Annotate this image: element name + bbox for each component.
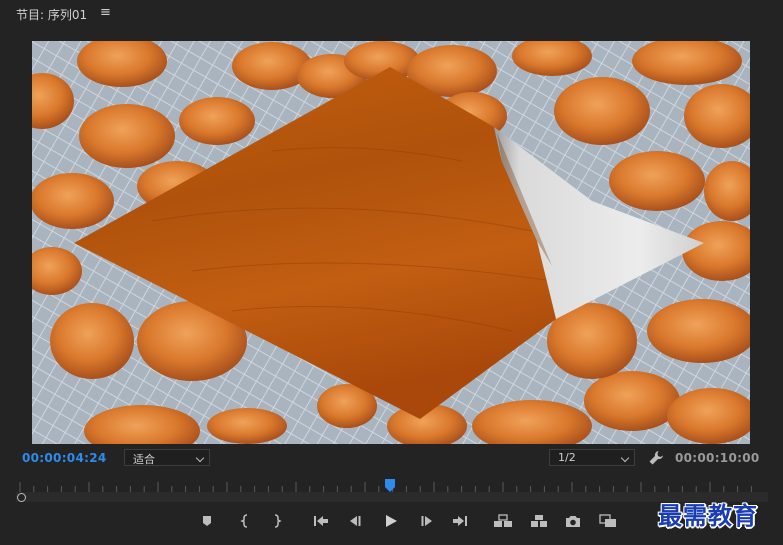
step-back-icon[interactable] (345, 513, 365, 529)
chevron-down-icon (195, 453, 205, 463)
panel-title[interactable]: 节目: 序列01 (16, 6, 87, 23)
comparison-view-icon[interactable] (598, 513, 618, 529)
go-to-out-icon[interactable] (450, 513, 470, 529)
settings-wrench-icon[interactable] (648, 450, 664, 466)
duration-timecode: 00:00:10:00 (675, 451, 760, 465)
zoom-level-value: 适合 (133, 453, 155, 466)
panel-header: 节目: 序列01 ≡ (0, 0, 783, 28)
playhead[interactable] (385, 477, 396, 492)
chevron-down-icon (620, 453, 630, 463)
playback-resolution-select[interactable]: 1/2 (549, 449, 635, 466)
extract-icon[interactable] (529, 513, 549, 529)
step-forward-icon[interactable] (417, 513, 437, 529)
hamburger-menu-icon[interactable]: ≡ (100, 5, 111, 20)
current-timecode[interactable]: 00:00:04:24 (22, 451, 107, 465)
marker-icon[interactable] (197, 513, 217, 529)
in-point-icon[interactable] (235, 513, 255, 529)
play-icon[interactable] (381, 513, 401, 529)
video-frame (32, 41, 750, 444)
go-to-in-icon[interactable] (311, 513, 331, 529)
lift-icon[interactable] (493, 513, 513, 529)
zoom-scrollbar[interactable] (16, 492, 768, 502)
watermark: 最需教育 (658, 501, 758, 530)
scrollbar-handle[interactable] (17, 493, 26, 502)
program-monitor-viewer[interactable] (32, 41, 750, 444)
zoom-level-select[interactable]: 适合 (124, 449, 210, 466)
out-point-icon[interactable] (267, 513, 287, 529)
resolution-value: 1/2 (558, 451, 576, 464)
export-frame-icon[interactable] (563, 513, 583, 529)
